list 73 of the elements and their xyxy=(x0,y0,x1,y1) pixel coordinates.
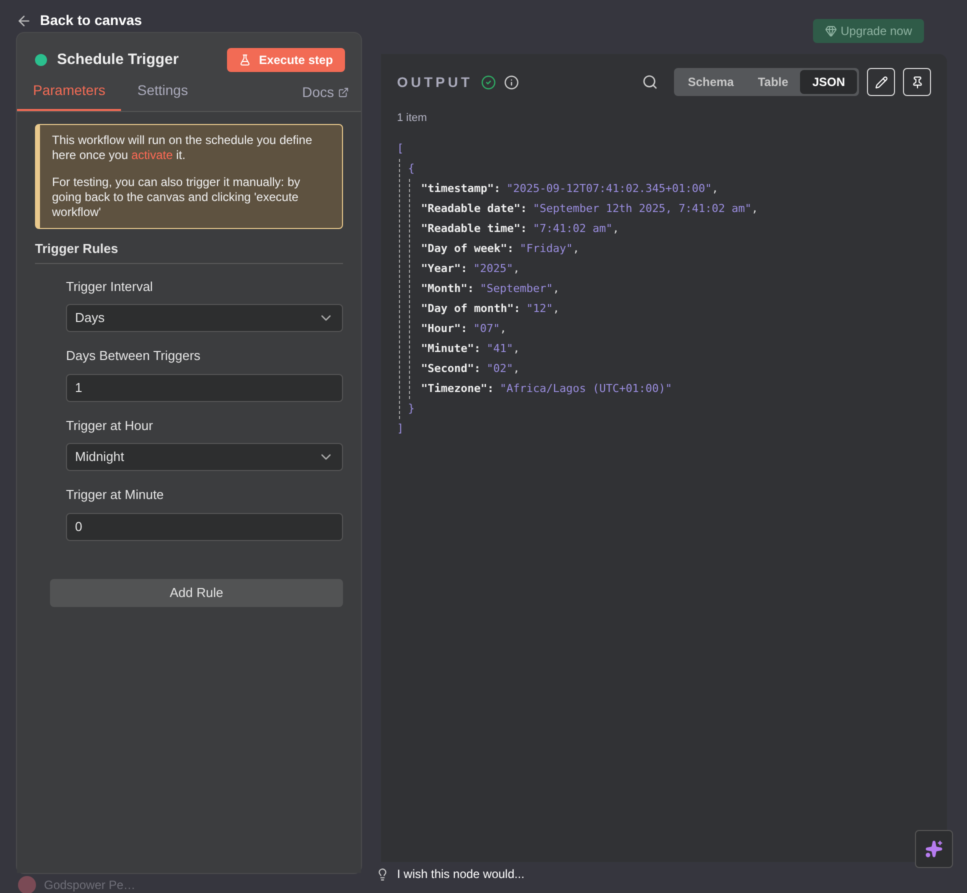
json-comma: , xyxy=(500,320,506,336)
output-title: OUTPUT xyxy=(397,72,473,92)
json-key: "Second": xyxy=(421,358,481,378)
json-value: "7:41:02 am" xyxy=(532,220,612,236)
lightbulb-icon xyxy=(376,868,389,880)
field-label: Days Between Triggers xyxy=(66,347,202,365)
json-value: "12" xyxy=(526,300,553,316)
json-value: "Friday" xyxy=(520,240,573,256)
notice-text: For testing, you can also trigger it manually: by going back to the canvas and clicking 'execute workflow' xyxy=(52,175,302,220)
json-comma: , xyxy=(552,300,560,316)
json-brace: } xyxy=(408,402,415,414)
json-value: "07" xyxy=(473,320,500,336)
json-value: "41" xyxy=(486,340,514,356)
json-key: "timestamp": xyxy=(421,178,500,198)
json-comma: , xyxy=(513,360,520,376)
json-key: "Readable time": xyxy=(421,218,527,238)
json-value: "September 12th 2025, 7:41:02 am" xyxy=(532,200,752,216)
json-brace: { xyxy=(408,162,415,174)
json-key: "Readable date": xyxy=(421,198,527,218)
view-tab[interactable]: Table xyxy=(746,70,800,94)
field-label: Trigger at Minute xyxy=(66,486,165,504)
pin-button[interactable] xyxy=(903,68,931,96)
view-tab[interactable]: Schema xyxy=(676,70,746,94)
back-link[interactable]: Back to canvas xyxy=(40,10,142,31)
section-title: Trigger Rules xyxy=(35,239,343,264)
notice-text: This workflow will run on the schedule you define here once you activate it. xyxy=(52,133,314,163)
docs-link[interactable]: Docs xyxy=(302,82,349,111)
json-key: "Day of week": xyxy=(421,238,514,258)
json-key: "Timezone": xyxy=(421,378,494,398)
field-label: Trigger at Hour xyxy=(66,416,154,435)
json-comma: , xyxy=(552,280,560,296)
pin-icon xyxy=(910,76,924,88)
json-comma: , xyxy=(572,240,580,256)
search-icon[interactable] xyxy=(642,74,658,90)
node-title: Schedule Trigger xyxy=(57,50,179,70)
info-icon[interactable] xyxy=(504,74,519,90)
json-key: "Month": xyxy=(421,278,474,298)
json-value: "Africa/Lagos (UTC+01:00)" xyxy=(500,380,672,396)
json-comma: , xyxy=(513,260,520,276)
json-key: "Year": xyxy=(421,258,468,278)
panel-tab[interactable]: Settings xyxy=(121,80,204,111)
json-comma: , xyxy=(712,180,718,196)
sparkles-icon xyxy=(925,840,943,858)
json-bracket: [ xyxy=(397,142,404,154)
success-check-icon xyxy=(480,74,496,90)
feedback-prompt[interactable]: I wish this node would... xyxy=(397,865,524,883)
json-comma: , xyxy=(612,220,620,236)
input-field[interactable]: 0 xyxy=(66,512,343,540)
pencil-icon xyxy=(874,76,888,88)
json-comma: , xyxy=(513,340,520,356)
json-value: "2025-09-12T07:41:02.345+01:00" xyxy=(506,180,712,196)
json-key: "Minute": xyxy=(421,338,481,358)
select-field[interactable]: Days xyxy=(66,304,343,332)
json-value: "September" xyxy=(480,280,553,296)
external-link-icon xyxy=(338,87,349,98)
view-tab[interactable]: JSON xyxy=(800,70,857,94)
field-label: Trigger Interval xyxy=(66,278,154,296)
avatar-icon xyxy=(18,876,36,893)
json-key: "Hour": xyxy=(421,318,468,338)
item-count: 1 item xyxy=(397,111,428,126)
add-rule-button[interactable]: Add Rule xyxy=(50,578,343,606)
select-field[interactable]: Midnight xyxy=(66,443,343,471)
ai-assistant-button[interactable] xyxy=(915,830,953,868)
json-bracket: ] xyxy=(397,422,404,434)
json-value: "2025" xyxy=(473,260,514,276)
edit-button[interactable] xyxy=(867,68,895,96)
json-key: "Day of month": xyxy=(421,298,520,318)
json-value: "02" xyxy=(486,360,514,376)
json-comma: , xyxy=(752,200,758,216)
user-name: Godspower Pe… xyxy=(44,877,136,893)
input-field[interactable]: 1 xyxy=(66,374,343,402)
gem-icon xyxy=(824,25,837,37)
flask-icon xyxy=(238,54,251,66)
